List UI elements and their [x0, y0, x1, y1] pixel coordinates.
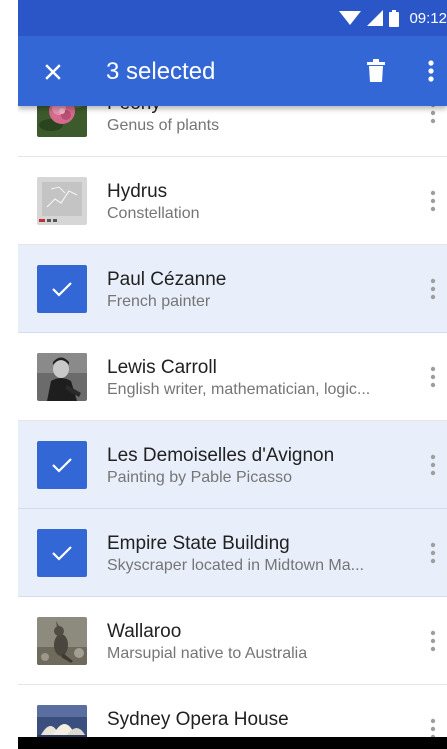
- selection-checkbox[interactable]: [37, 441, 87, 489]
- close-icon: [45, 64, 61, 80]
- more-vert-icon: [430, 190, 436, 212]
- item-more-button[interactable]: [427, 366, 439, 388]
- item-text: Wallaroo Marsupial native to Australia: [107, 620, 407, 665]
- list-item-selected[interactable]: Paul Cézanne French painter: [18, 245, 447, 333]
- item-subtitle: English writer, mathematician, logic...: [107, 381, 371, 398]
- more-vert-icon: [430, 366, 436, 388]
- phone-screen: 09:12 3 selected Genus of plants Hydrus …: [18, 0, 447, 749]
- item-text: Les Demoiselles d'Avignon Painting by Pa…: [107, 444, 407, 489]
- item-subtitle: Constellation: [107, 205, 200, 222]
- list-item[interactable]: Wallaroo Marsupial native to Australia: [18, 597, 447, 685]
- item-subtitle: Painting by Pable Picasso: [107, 469, 292, 486]
- list-item[interactable]: Lewis Carroll English writer, mathematic…: [18, 333, 447, 421]
- more-vert-icon: [430, 542, 436, 564]
- check-icon: [52, 282, 72, 297]
- wifi-icon: [339, 11, 362, 25]
- more-vert-icon: [430, 454, 436, 476]
- item-subtitle: Genus of plants: [107, 117, 220, 134]
- battery-icon: [389, 9, 400, 27]
- check-icon: [52, 546, 72, 561]
- status-bar: 09:12: [18, 0, 447, 36]
- item-more-button[interactable]: [427, 542, 439, 564]
- item-subtitle: Skyscraper located in Midtown Ma...: [107, 557, 364, 574]
- system-navigation-bar: [18, 737, 447, 749]
- cell-signal-icon: [367, 10, 384, 26]
- overflow-menu-button[interactable]: [426, 58, 436, 84]
- more-vert-icon: [428, 60, 434, 82]
- item-more-button[interactable]: [427, 630, 439, 652]
- item-title: Les Demoiselles d'Avignon: [107, 445, 335, 466]
- more-vert-icon: [430, 278, 436, 300]
- item-title: Empire State Building: [107, 533, 290, 554]
- list-item-selected[interactable]: Les Demoiselles d'Avignon Painting by Pa…: [18, 421, 447, 509]
- delete-icon: [367, 59, 385, 82]
- contextual-action-bar: 3 selected: [18, 36, 447, 106]
- list-item[interactable]: Hydrus Constellation: [18, 157, 447, 245]
- item-more-button[interactable]: [427, 454, 439, 476]
- item-more-button[interactable]: [427, 190, 439, 212]
- item-subtitle: French painter: [107, 293, 211, 310]
- more-vert-icon: [430, 630, 436, 652]
- item-title: Lewis Carroll: [107, 357, 217, 378]
- delete-button[interactable]: [364, 58, 388, 84]
- list-item-selected[interactable]: Empire State Building Skyscraper located…: [18, 509, 447, 597]
- wallaroo-thumbnail: [37, 617, 87, 665]
- item-list: Peony Genus of plants: [18, 69, 447, 749]
- close-selection-button[interactable]: [40, 59, 66, 85]
- item-text: Lewis Carroll English writer, mathematic…: [107, 356, 407, 401]
- item-text: Paul Cézanne French painter: [107, 268, 407, 313]
- item-subtitle: Marsupial native to Australia: [107, 645, 308, 662]
- status-icons: 09:12: [339, 0, 447, 36]
- item-title: Sydney Opera House: [107, 709, 289, 730]
- item-text: Empire State Building Skyscraper located…: [107, 532, 407, 577]
- selection-count-title: 3 selected: [106, 58, 216, 85]
- selection-checkbox[interactable]: [37, 265, 87, 313]
- item-text: Sydney Opera House: [107, 708, 407, 731]
- item-title: Hydrus: [107, 181, 168, 202]
- hydrus-thumbnail: [37, 177, 87, 225]
- selection-checkbox[interactable]: [37, 529, 87, 577]
- check-icon: [52, 458, 72, 473]
- item-text: Hydrus Constellation: [107, 180, 407, 225]
- screen-margin: [0, 0, 18, 749]
- item-more-button[interactable]: [427, 278, 439, 300]
- lewis-carroll-thumbnail: [37, 353, 87, 401]
- item-title: Wallaroo: [107, 621, 182, 642]
- item-title: Paul Cézanne: [107, 269, 227, 290]
- status-time: 09:12: [409, 9, 447, 27]
